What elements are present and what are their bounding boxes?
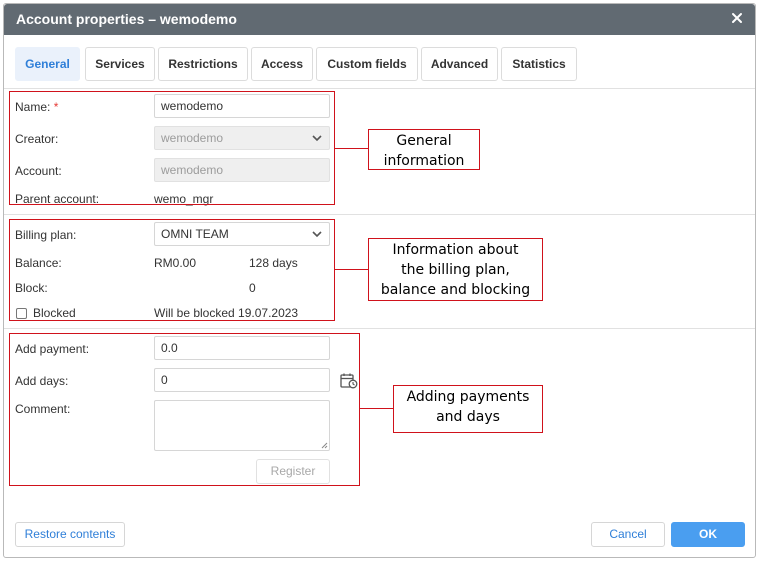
tab-general[interactable]: General bbox=[15, 47, 80, 81]
tab-advanced[interactable]: Advanced bbox=[421, 47, 498, 81]
payment-leader-line bbox=[360, 408, 393, 409]
dialog-title: Account properties – wemodemo bbox=[16, 11, 237, 27]
general-callout: General information bbox=[368, 129, 480, 170]
tab-statistics[interactable]: Statistics bbox=[501, 47, 577, 81]
close-icon[interactable] bbox=[729, 10, 745, 26]
general-leader-line bbox=[335, 148, 368, 149]
general-divider bbox=[4, 214, 755, 215]
billing-callout: Information about the billing plan, bala… bbox=[368, 238, 543, 301]
cancel-button[interactable]: Cancel bbox=[591, 522, 665, 547]
billing-section-highlight bbox=[9, 219, 335, 321]
tabs-divider bbox=[4, 88, 755, 89]
ok-button[interactable]: OK bbox=[671, 522, 745, 547]
tab-custom-fields[interactable]: Custom fields bbox=[316, 47, 418, 81]
billing-leader-line bbox=[335, 269, 368, 270]
dialog-titlebar: Account properties – wemodemo bbox=[4, 4, 755, 35]
tab-access[interactable]: Access bbox=[251, 47, 313, 81]
tab-services[interactable]: Services bbox=[85, 47, 155, 81]
tab-restrictions[interactable]: Restrictions bbox=[158, 47, 248, 81]
restore-contents-button[interactable]: Restore contents bbox=[15, 522, 125, 547]
payment-section-highlight bbox=[9, 333, 360, 486]
payment-callout: Adding payments and days bbox=[393, 385, 543, 433]
general-section-highlight bbox=[9, 91, 335, 205]
billing-divider bbox=[4, 328, 755, 329]
